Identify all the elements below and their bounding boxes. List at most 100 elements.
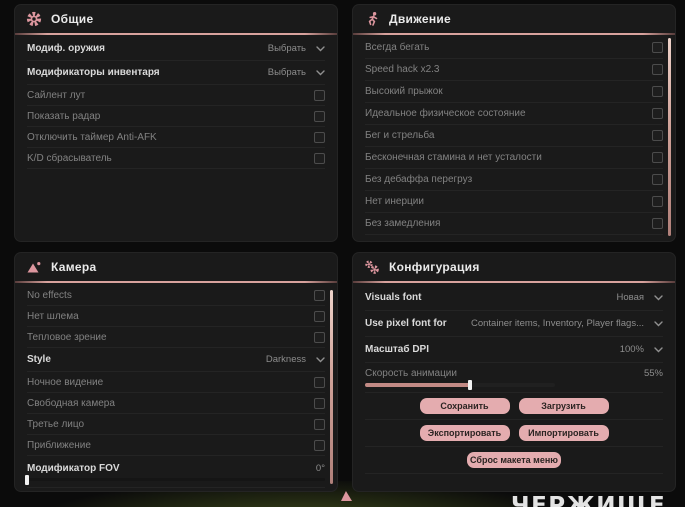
button-row-reset: Сброс макета меню <box>365 447 663 474</box>
row-label: Модификаторы инвентаря <box>27 67 160 78</box>
row-label: Модификатор FOV <box>27 462 120 474</box>
button-row-export-import: Экспортировать Импортировать <box>365 420 663 447</box>
visuals-font-dropdown[interactable]: Новая <box>616 292 663 303</box>
row-anti-afk: Отключить таймер Anti-AFK <box>27 127 325 148</box>
row-label: K/D сбрасыватель <box>27 152 112 164</box>
row-label: Сайлент лут <box>27 89 86 101</box>
anti-afk-checkbox[interactable] <box>314 131 325 143</box>
row-third-person: Третье лицо <box>27 414 325 435</box>
row-no-slowdown: Без замедления <box>365 213 663 235</box>
gears-icon <box>364 259 380 275</box>
dropdown-value: Выбрать <box>267 43 306 54</box>
free-camera-checkbox[interactable] <box>314 397 325 409</box>
dropdown-value: Darkness <box>265 354 306 365</box>
speed-hack-checkbox[interactable] <box>652 64 663 75</box>
animation-speed-slider-fill <box>365 380 472 390</box>
row-label: Третье лицо <box>27 418 85 430</box>
kd-reset-checkbox[interactable] <box>314 152 325 164</box>
button-row-save-load: Сохранить Загрузить <box>365 393 663 420</box>
dropdown-value: Новая <box>616 292 644 303</box>
row-label: Нет инерции <box>365 196 424 207</box>
chevron-down-icon <box>316 45 325 51</box>
row-show-radar: Показать радар <box>27 106 325 127</box>
no-effects-checkbox[interactable] <box>314 289 325 301</box>
inventory-mods-dropdown[interactable]: Выбрать <box>268 67 325 78</box>
dropdown-value: 100% <box>619 344 644 355</box>
row-label: Всегда бегать <box>365 42 430 53</box>
row-label: Нет шлема <box>27 310 79 322</box>
image-icon <box>26 259 42 275</box>
fov-slider-handle[interactable] <box>25 474 29 485</box>
cheat-menu-overlay: ЧЕРЖИЩЕ Общие Модиф. оружия Выбрать Моди… <box>0 0 685 507</box>
zoom-checkbox[interactable] <box>314 439 325 451</box>
panel-title: Общие <box>51 12 94 26</box>
row-label: Свободная камера <box>27 397 115 409</box>
animation-speed-value: 55% <box>643 368 663 379</box>
panel-camera-header: Камера <box>15 253 337 281</box>
thermal-vision-checkbox[interactable] <box>314 331 325 343</box>
row-pixel-font: Use pixel font for Container items, Inve… <box>365 311 663 337</box>
row-weapon-mod: Модиф. оружия Выбрать <box>27 37 325 61</box>
row-label: Приближение <box>27 439 91 451</box>
row-label: Модиф. оружия <box>27 43 105 54</box>
row-label: Показать радар <box>27 110 101 122</box>
row-label: Style <box>27 354 51 365</box>
weapon-mod-dropdown[interactable]: Выбрать <box>268 43 325 54</box>
no-helmet-checkbox[interactable] <box>314 310 325 322</box>
row-label: Speed hack x2.3 <box>365 64 440 75</box>
chevron-down-icon <box>654 346 663 352</box>
logo-tip-decoration <box>341 491 352 501</box>
high-jump-checkbox[interactable] <box>652 86 663 97</box>
panel-title: Конфигурация <box>389 260 480 274</box>
row-label: Без дебаффа перегруз <box>365 174 473 185</box>
reset-menu-layout-button[interactable]: Сброс макета меню <box>467 452 561 468</box>
panel-general-header: Общие <box>15 5 337 33</box>
dpi-scale-dropdown[interactable]: 100% <box>620 344 663 355</box>
animation-speed-slider-handle[interactable] <box>467 380 472 390</box>
run-and-shoot-checkbox[interactable] <box>652 130 663 141</box>
style-dropdown[interactable]: Darkness <box>266 354 325 365</box>
export-button[interactable]: Экспортировать <box>419 425 510 441</box>
load-button[interactable]: Загрузить <box>518 398 609 414</box>
chevron-down-icon <box>316 69 325 75</box>
panel-movement-header: Движение <box>353 5 675 33</box>
infinite-stamina-checkbox[interactable] <box>652 152 663 163</box>
import-button[interactable]: Импортировать <box>518 425 609 441</box>
night-vision-checkbox[interactable] <box>314 376 325 388</box>
silent-loot-checkbox[interactable] <box>314 89 325 101</box>
row-infinite-stamina: Бесконечная стамина и нет усталости <box>365 147 663 169</box>
fov-slider-track[interactable] <box>25 474 325 485</box>
row-silent-loot: Сайлент лут <box>27 85 325 106</box>
no-overload-debuff-checkbox[interactable] <box>652 174 663 185</box>
row-label: Бег и стрельба <box>365 130 435 141</box>
dropdown-value: Выбрать <box>267 67 306 78</box>
camera-scrollbar[interactable] <box>330 290 333 484</box>
row-no-effects: No effects <box>27 285 325 306</box>
panel-title: Камера <box>51 260 97 274</box>
third-person-checkbox[interactable] <box>314 418 325 430</box>
perfect-condition-checkbox[interactable] <box>652 108 663 119</box>
row-high-jump: Высокий прыжок <box>365 81 663 103</box>
row-dpi-scale: Масштаб DPI 100% <box>365 337 663 363</box>
row-label: Скорость анимации <box>365 368 457 379</box>
gear-icon <box>26 11 42 27</box>
no-inertia-checkbox[interactable] <box>652 196 663 207</box>
row-speed-hack: Speed hack x2.3 <box>365 59 663 81</box>
row-always-run: Всегда бегать <box>365 37 663 59</box>
save-button[interactable]: Сохранить <box>419 398 510 414</box>
always-run-checkbox[interactable] <box>652 42 663 53</box>
row-animation-speed: Скорость анимации 55% <box>365 363 663 393</box>
row-label: Visuals font <box>365 292 422 303</box>
movement-scrollbar[interactable] <box>668 38 671 236</box>
row-no-overload-debuff: Без дебаффа перегруз <box>365 169 663 191</box>
pixel-font-dropdown[interactable]: Container items, Inventory, Player flags… <box>471 318 663 329</box>
row-inventory-mods: Модификаторы инвентаря Выбрать <box>27 61 325 85</box>
row-kd-reset: K/D сбрасыватель <box>27 148 325 169</box>
show-radar-checkbox[interactable] <box>314 110 325 122</box>
row-label: Без замедления <box>365 218 441 229</box>
row-no-helmet: Нет шлема <box>27 306 325 327</box>
animation-speed-slider-track[interactable] <box>365 380 555 390</box>
row-perfect-condition: Идеальное физическое состояние <box>365 103 663 125</box>
row-no-inertia: Нет инерции <box>365 191 663 213</box>
no-slowdown-checkbox[interactable] <box>652 218 663 229</box>
